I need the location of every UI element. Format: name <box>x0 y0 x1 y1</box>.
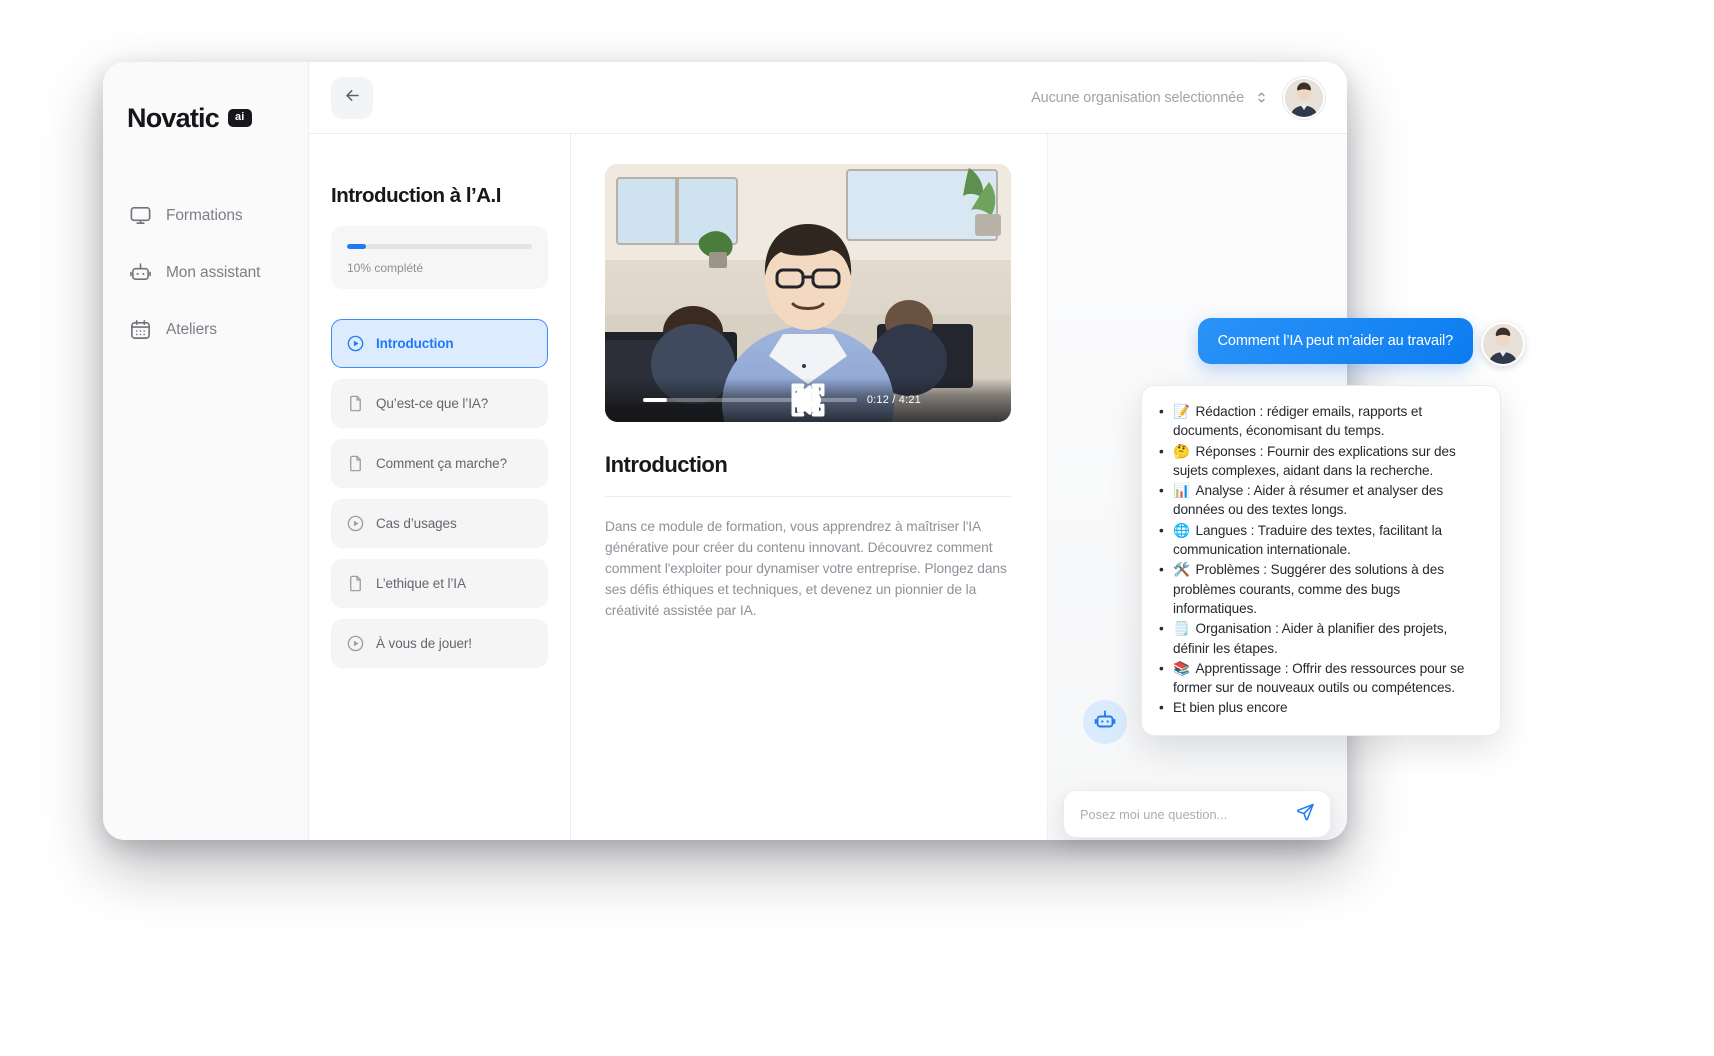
sidebar: Novatic ai Formations Mon assistant Atel… <box>103 62 309 840</box>
progress-card: 10% complété <box>331 226 548 289</box>
chat-bot-bullet: 🛠️ Problèmes : Suggérer des solutions à … <box>1156 560 1482 618</box>
sidebar-item-label: Formations <box>166 206 243 224</box>
bullet-emoji-icon: 🤔 <box>1173 443 1194 459</box>
lesson-item-label: Comment ça marche? <box>376 456 507 471</box>
bullet-text: Réponses : Fournir des explications sur … <box>1173 443 1456 478</box>
chat-input[interactable] <box>1080 806 1288 822</box>
chevron-updown-icon <box>1254 90 1269 105</box>
brand-name: Novatic <box>127 102 220 133</box>
sidebar-item-mon-assistant[interactable]: Mon assistant <box>103 255 308 290</box>
lesson-item-lethique-et-lia[interactable]: L’ethique et l’IA <box>331 559 548 608</box>
bullet-emoji-icon: 📚 <box>1173 660 1194 676</box>
lesson-item-comment-ca-marche[interactable]: Comment ça marche? <box>331 439 548 488</box>
chat-bot-bullet: 🗒️ Organisation : Aider à planifier des … <box>1156 619 1482 658</box>
chat-input-wrapper <box>1063 790 1331 838</box>
bullet-emoji-icon: 🛠️ <box>1173 562 1194 578</box>
document-icon <box>346 394 365 413</box>
chat-bot-message: 📝 Rédaction : rédiger emails, rapports e… <box>1141 385 1501 736</box>
chat-user-message: Comment l’IA peut m’aider au travail? <box>1197 318 1473 364</box>
chat-bot-bullet: 🤔 Réponses : Fournir des explications su… <box>1156 442 1482 481</box>
chat-input-bar <box>1063 790 1331 838</box>
document-icon <box>346 574 365 593</box>
article-heading: Introduction <box>605 452 728 477</box>
bullet-text: Rédaction : rédiger emails, rapports et … <box>1173 404 1423 439</box>
document-icon <box>346 454 365 473</box>
bullet-emoji-icon: 🗒️ <box>1173 621 1194 637</box>
bullet-emoji-icon: 🌐 <box>1173 522 1194 538</box>
article-body: Dans ce module de formation, vous appren… <box>605 519 1007 618</box>
send-icon <box>1296 802 1315 826</box>
avatar-illustration <box>1285 78 1323 117</box>
screenshot-stage: Novatic ai Formations Mon assistant Atel… <box>0 0 1714 1056</box>
bullet-text: Apprentissage : Offrir des ressources po… <box>1173 660 1465 696</box>
sidebar-item-label: Mon assistant <box>166 263 261 281</box>
bullet-text: Analyse : Aider à résumer et analyser de… <box>1173 483 1444 518</box>
sidebar-item-formations[interactable]: Formations <box>103 198 308 233</box>
chat-user-message-row: Comment l’IA peut m’aider au travail? <box>1197 318 1525 366</box>
calendar-icon <box>129 318 152 341</box>
play-circle-icon <box>346 514 365 533</box>
lesson-item-introduction[interactable]: Introduction <box>331 319 548 368</box>
sidebar-item-ateliers[interactable]: Ateliers <box>103 312 308 347</box>
video-controls: 0:12 / 4:21 <box>605 378 1011 422</box>
progress-fill <box>347 244 366 249</box>
divider <box>605 496 1011 497</box>
chat-user-avatar[interactable] <box>1481 322 1525 366</box>
video-player[interactable]: 0:12 / 4:21 <box>605 164 1011 422</box>
chat-bot-bullet: 📝 Rédaction : rédiger emails, rapports e… <box>1156 402 1482 441</box>
lesson-item-cas-dusages[interactable]: Cas d’usages <box>331 499 548 548</box>
organisation-selector[interactable]: Aucune organisation selectionnée <box>1031 90 1269 106</box>
bullet-text: Organisation : Aider à planifier des pro… <box>1173 621 1448 656</box>
lesson-list: Introduction Qu’est-ce que l’IA? Comment… <box>331 319 548 668</box>
play-circle-icon <box>346 334 365 353</box>
sidebar-item-label: Ateliers <box>166 320 217 338</box>
bullet-text: Langues : Traduire des textes, facilitan… <box>1173 522 1442 558</box>
lesson-item-label: Cas d’usages <box>376 516 457 531</box>
brand-logo: Novatic ai <box>103 92 308 138</box>
lesson-item-label: Qu’est-ce que l’IA? <box>376 396 489 411</box>
chat-bot-bullet-list: 📝 Rédaction : rédiger emails, rapports e… <box>1156 402 1482 718</box>
bullet-emoji-icon: 📊 <box>1173 483 1194 499</box>
bullet-text: Et bien plus encore <box>1173 700 1288 716</box>
lesson-item-label: L’ethique et l’IA <box>376 576 466 591</box>
page-title: Introduction à l’A.I <box>331 184 501 207</box>
fullscreen-icon[interactable] <box>791 383 999 417</box>
avatar-illustration <box>1483 324 1523 364</box>
play-circle-icon <box>346 634 365 653</box>
lesson-item-quest-ce-que-lia[interactable]: Qu’est-ce que l’IA? <box>331 379 548 428</box>
chat-bot-avatar <box>1083 700 1127 744</box>
lesson-sidebar: Introduction à l’A.I 10% complété Introd… <box>309 134 571 840</box>
article-panel: 0:12 / 4:21 Introduction Dans ce module … <box>571 134 1047 840</box>
chat-bot-bullet: Et bien plus encore <box>1156 698 1482 718</box>
bullet-emoji-icon: 📝 <box>1173 404 1194 419</box>
monitor-icon <box>129 204 152 227</box>
chat-bot-bullet: 📚 Apprentissage : Offrir des ressources … <box>1156 659 1482 698</box>
send-button[interactable] <box>1288 797 1322 831</box>
sidebar-nav: Formations Mon assistant Ateliers <box>103 198 308 347</box>
brand-badge: ai <box>227 109 252 127</box>
robot-icon <box>1093 708 1117 737</box>
organisation-label: Aucune organisation selectionnée <box>1031 89 1244 106</box>
bullet-text: Problèmes : Suggérer des solutions à des… <box>1173 562 1444 616</box>
progress-track <box>347 244 532 249</box>
lesson-item-label: À vous de jouer! <box>376 636 472 651</box>
topbar: Aucune organisation selectionnée <box>309 62 1347 134</box>
lesson-item-a-vous-de-jouer[interactable]: À vous de jouer! <box>331 619 548 668</box>
lesson-item-label: Introduction <box>376 336 454 351</box>
arrow-left-icon <box>343 86 362 110</box>
chat-bot-bullet: 🌐 Langues : Traduire des textes, facilit… <box>1156 521 1482 560</box>
robot-icon <box>129 261 152 284</box>
user-avatar[interactable] <box>1283 76 1325 119</box>
progress-label: 10% complété <box>347 261 424 275</box>
back-button[interactable] <box>331 76 373 119</box>
chat-bot-bullet: 📊 Analyse : Aider à résumer et analyser … <box>1156 481 1482 520</box>
